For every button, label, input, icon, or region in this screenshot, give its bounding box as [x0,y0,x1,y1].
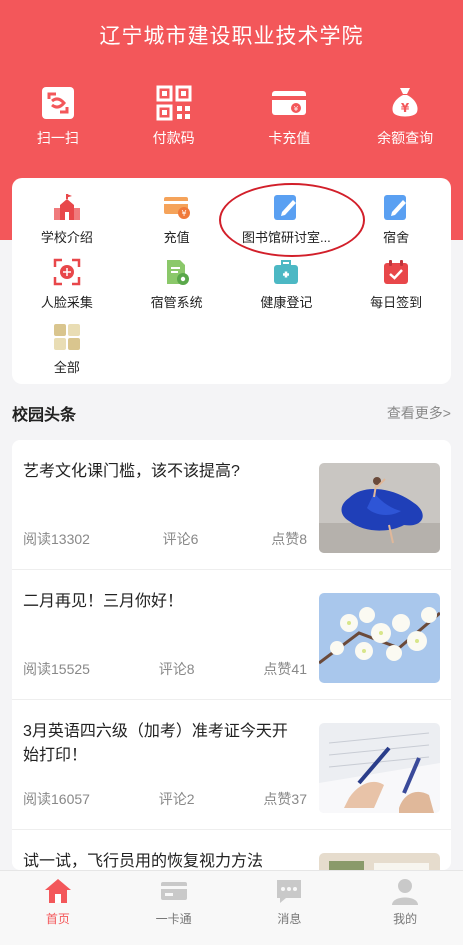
news-section-header: 校园头条 查看更多> [12,398,451,428]
user-icon [392,879,419,905]
news-title: 试一试，飞行员用的恢复视力方法 [23,853,264,870]
scan-icon [41,87,74,119]
news-item[interactable]: 艺考文化课门槛，该不该提高? 阅读13302 评论6 点赞8 [12,440,451,570]
service-row: 人脸采集 宿管系统 健康登记 每日签到 [12,257,451,311]
service-health-register[interactable]: 健康登记 [232,257,342,311]
qr-code-icon [156,85,192,121]
service-dorm-system[interactable]: 宿管系统 [122,257,232,311]
service-face-capture[interactable]: 人脸采集 [12,257,122,311]
service-grid: 学校介绍 ¥ 充值 图书馆研讨室... 宿舍 人脸采集 宿管系统 健康登记 每日… [12,178,451,384]
quick-action-label: 余额查询 [377,130,434,146]
svg-text:¥: ¥ [401,101,410,115]
news-meta: 阅读15525 评论8 点赞41 [23,659,307,679]
face-scan-icon [53,258,81,286]
tab-card[interactable]: 一卡通 [116,871,232,945]
service-all[interactable]: 全部 [12,322,122,376]
service-row: 全部 [12,322,451,376]
quick-actions: 扫一扫 付款码 ¥ 卡充值 ¥ 余额查询 [0,85,463,148]
news-reads: 阅读13302 [23,531,90,547]
news-likes: 点赞37 [263,791,307,807]
bottom-tab-bar: 首页 一卡通 消息 我的 [0,870,463,945]
service-label: 每日签到 [370,295,423,310]
svg-text:¥: ¥ [181,209,186,218]
service-label: 健康登记 [260,295,313,310]
service-recharge[interactable]: ¥ 充值 [122,192,232,246]
home-icon [44,879,71,903]
grid-all-icon [53,324,80,350]
quick-action-pay-code[interactable]: 付款码 [116,85,232,148]
service-label: 人脸采集 [40,295,93,310]
tab-label: 消息 [277,912,302,926]
quick-action-label: 扫一扫 [36,130,79,146]
edit-note-icon [274,195,297,220]
news-reads: 阅读16057 [23,791,90,807]
news-likes: 点赞8 [271,531,307,547]
news-list: 艺考文化课门槛，该不该提高? 阅读13302 评论6 点赞8 二月再见！三月你好… [12,440,451,870]
news-comments: 评论6 [162,531,199,547]
news-meta: 阅读16057 评论2 点赞37 [23,789,307,809]
quick-action-label: 付款码 [152,130,195,146]
service-label: 学校介绍 [40,230,93,245]
news-comments: 评论8 [158,661,195,677]
service-daily-checkin[interactable]: 每日签到 [341,257,451,311]
news-title: 艺考文化课门槛，该不该提高? [23,463,240,480]
tab-label: 首页 [45,912,70,926]
news-thumbnail [319,723,440,813]
news-item[interactable]: 试一试，飞行员用的恢复视力方法 [12,830,451,870]
tab-label: 一卡通 [155,912,192,926]
message-icon [277,880,302,903]
service-label: 宿舍 [383,230,410,245]
view-more-link[interactable]: 查看更多> [387,403,451,423]
tab-label: 我的 [393,912,418,926]
news-title: 3月英语四六级（加考）准考证今天开始打印！ [23,723,288,764]
service-row: 学校介绍 ¥ 充值 图书馆研讨室... 宿舍 [12,192,451,246]
news-meta: 阅读13302 评论6 点赞8 [23,529,307,549]
service-school-intro[interactable]: 学校介绍 [12,192,122,246]
news-thumbnail [319,593,440,683]
service-library-room[interactable]: 图书馆研讨室... [232,192,342,246]
edit-note-icon [384,195,407,220]
news-item[interactable]: 二月再见！三月你好！ 阅读15525 评论8 点赞41 [12,570,451,700]
service-label: 宿管系统 [150,295,203,310]
svg-text:¥: ¥ [294,105,299,113]
school-building-icon [53,194,80,220]
service-label: 全部 [53,360,80,375]
recharge-card-icon: ¥ [163,197,190,219]
service-label: 图书馆研讨室... [241,230,331,245]
tab-profile[interactable]: 我的 [347,871,463,945]
page-title: 辽宁城市建设职业技术学院 [99,25,364,48]
calendar-check-icon [384,260,409,284]
news-thumbnail [319,853,440,870]
health-kit-icon [274,260,299,284]
document-gear-icon [166,260,189,285]
section-title: 校园头条 [12,407,77,424]
news-thumbnail [319,463,440,553]
service-dorm[interactable]: 宿舍 [341,192,451,246]
news-item[interactable]: 3月英语四六级（加考）准考证今天开始打印！ 阅读16057 评论2 点赞37 [12,700,451,830]
quick-action-balance[interactable]: ¥ 余额查询 [347,85,463,148]
tab-home[interactable]: 首页 [0,871,116,945]
news-reads: 阅读15525 [23,661,90,677]
quick-action-scan[interactable]: 扫一扫 [0,85,116,148]
tab-messages[interactable]: 消息 [232,871,348,945]
service-label: 充值 [163,230,190,245]
card-recharge-icon: ¥ [272,91,307,115]
quick-action-label: 卡充值 [268,130,311,146]
news-comments: 评论2 [158,791,195,807]
card-icon [160,882,187,900]
news-likes: 点赞41 [263,661,307,677]
money-bag-icon: ¥ [392,88,418,117]
quick-action-card-recharge[interactable]: ¥ 卡充值 [232,85,348,148]
news-title: 二月再见！三月你好！ [23,593,184,610]
